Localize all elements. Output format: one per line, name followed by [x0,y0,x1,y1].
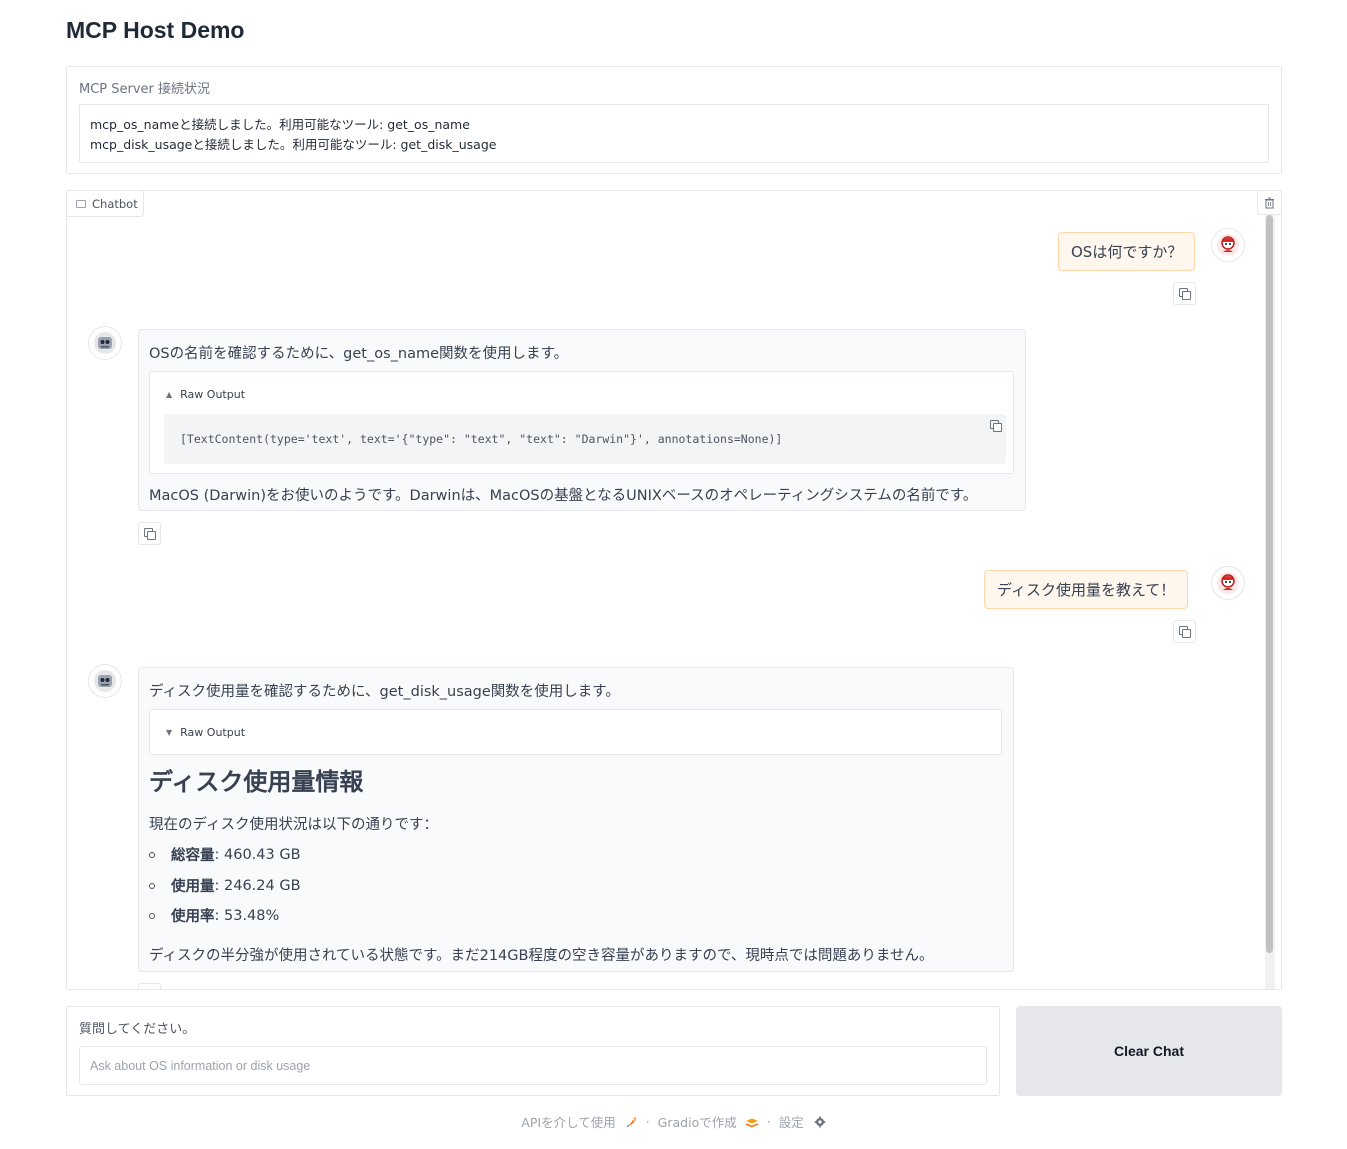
bot-message-text: MacOS (Darwin)をお使いのようです。Darwinは、MacOSの基盤… [149,488,978,504]
bot-avatar [88,326,122,360]
footer-separator: · [645,1114,650,1129]
list-item-value: : 53.48% [214,907,280,924]
copy-icon [1179,288,1191,300]
chatbot-panel[interactable]: Chatbot OSは何ですか？ OSの名前を確認するために、get_os_na… [66,190,1282,990]
raw-output-label: Raw Output [180,726,246,739]
robot-avatar-icon [94,670,116,692]
chevron-down-icon: ▼ [166,728,173,737]
scrollbar-thumb[interactable] [1266,215,1273,953]
chevron-up-icon: ▲ [166,390,173,399]
user-message-text: ディスク使用量を教えて！ [997,581,1176,599]
footer: APIを介して使用 · Gradioで作成 · 設定 [0,1112,1347,1131]
raw-output-toggle[interactable]: ▼ Raw Output [166,726,245,739]
raw-output-label: Raw Output [180,388,246,401]
status-line: mcp_disk_usageと接続しました。利用可能なツール: get_disk… [90,137,497,152]
settings-link[interactable]: 設定 [779,1112,826,1131]
user-avatar [1211,228,1245,262]
bot-message-text: ディスクの半分強が使用されている状態です。まだ214GB程度の空き容量があります… [149,948,934,964]
question-input[interactable] [79,1046,987,1085]
bot-message-text: ディスク使用量を確認するために、get_disk_usage関数を使用します。 [149,684,620,700]
gradio-logo-icon [745,1118,758,1128]
raw-output-accordion[interactable]: ▼ Raw Output [149,709,1002,755]
user-message: ディスク使用量を教えて！ [984,570,1189,609]
status-label: MCP Server 接続状況 [79,82,211,97]
bullet-icon [149,912,155,919]
list-item-value: : 460.43 GB [214,846,301,863]
chatbot-tab-text: Chatbot [92,196,138,211]
chatbot-tab-label: Chatbot [67,191,144,217]
copy-icon [989,419,1002,432]
list-item: 使用量 : 246.24 GB [149,875,301,896]
user-avatar [1211,566,1245,600]
copy-icon [144,989,155,990]
list-item-key: 総容量 [171,848,215,864]
code-block: [TextContent(type='text', text='{"type":… [164,414,1006,464]
code-copy-button[interactable] [986,416,1004,434]
bot-message: ディスク使用量を確認するために、get_disk_usage関数を使用します。 … [138,667,1014,972]
copy-button[interactable] [138,522,161,545]
page-title: MCP Host Demo [66,17,245,43]
list-item-key: 使用率 [171,909,215,925]
bullet-icon [149,851,155,858]
raw-output-accordion[interactable]: ▲ Raw Output [TextContent(type='text', t… [149,371,1014,474]
api-link[interactable]: APIを介して使用 [521,1112,637,1131]
copy-icon [1179,626,1191,638]
bot-message-text: OSの名前を確認するために、get_os_name関数を使用します。 [149,346,569,362]
question-input-panel: 質問してください。 [66,1006,1000,1096]
trash-icon [1265,197,1274,208]
list-item-key: 使用量 [171,879,215,895]
user-avatar-icon [1217,572,1239,594]
user-message: OSは何ですか？ [1058,232,1196,271]
gear-icon [814,1116,826,1128]
robot-avatar-icon [94,332,116,354]
status-textbox[interactable]: mcp_os_nameと接続しました。利用可能なツール: get_os_name… [79,104,1269,163]
status-line: mcp_os_nameと接続しました。利用可能なツール: get_os_name [90,117,470,132]
chat-icon [76,199,86,208]
rocket-icon [626,1117,636,1128]
user-avatar-icon [1217,234,1239,256]
copy-button[interactable] [1173,620,1196,643]
code-text: [TextContent(type='text', text='{"type":… [180,432,783,446]
raw-output-toggle[interactable]: ▲ Raw Output [166,388,245,401]
bot-message-text: 現在のディスク使用状況は以下の通りです： [149,817,438,833]
gradio-link[interactable]: Gradioで作成 [658,1112,759,1131]
copy-button[interactable] [138,983,161,990]
copy-icon [144,528,156,540]
copy-button[interactable] [1173,282,1196,305]
list-item-value: : 246.24 GB [214,877,301,894]
list-item: 総容量 : 460.43 GB [149,844,301,865]
footer-separator: · [766,1114,771,1129]
mcp-status-panel: MCP Server 接続状況 mcp_os_nameと接続しました。利用可能な… [66,66,1282,174]
input-label: 質問してください。 [79,1022,196,1037]
bullet-icon [149,882,155,889]
list-item: 使用率 : 53.48% [149,905,279,926]
bot-message: OSの名前を確認するために、get_os_name関数を使用します。 ▲ Raw… [138,329,1026,511]
clear-chat-button[interactable]: Clear Chat [1016,1006,1282,1096]
clear-history-button[interactable] [1257,191,1281,215]
message-heading: ディスク使用量情報 [149,768,364,796]
bot-avatar [88,664,122,698]
user-message-text: OSは何ですか？ [1071,243,1183,261]
